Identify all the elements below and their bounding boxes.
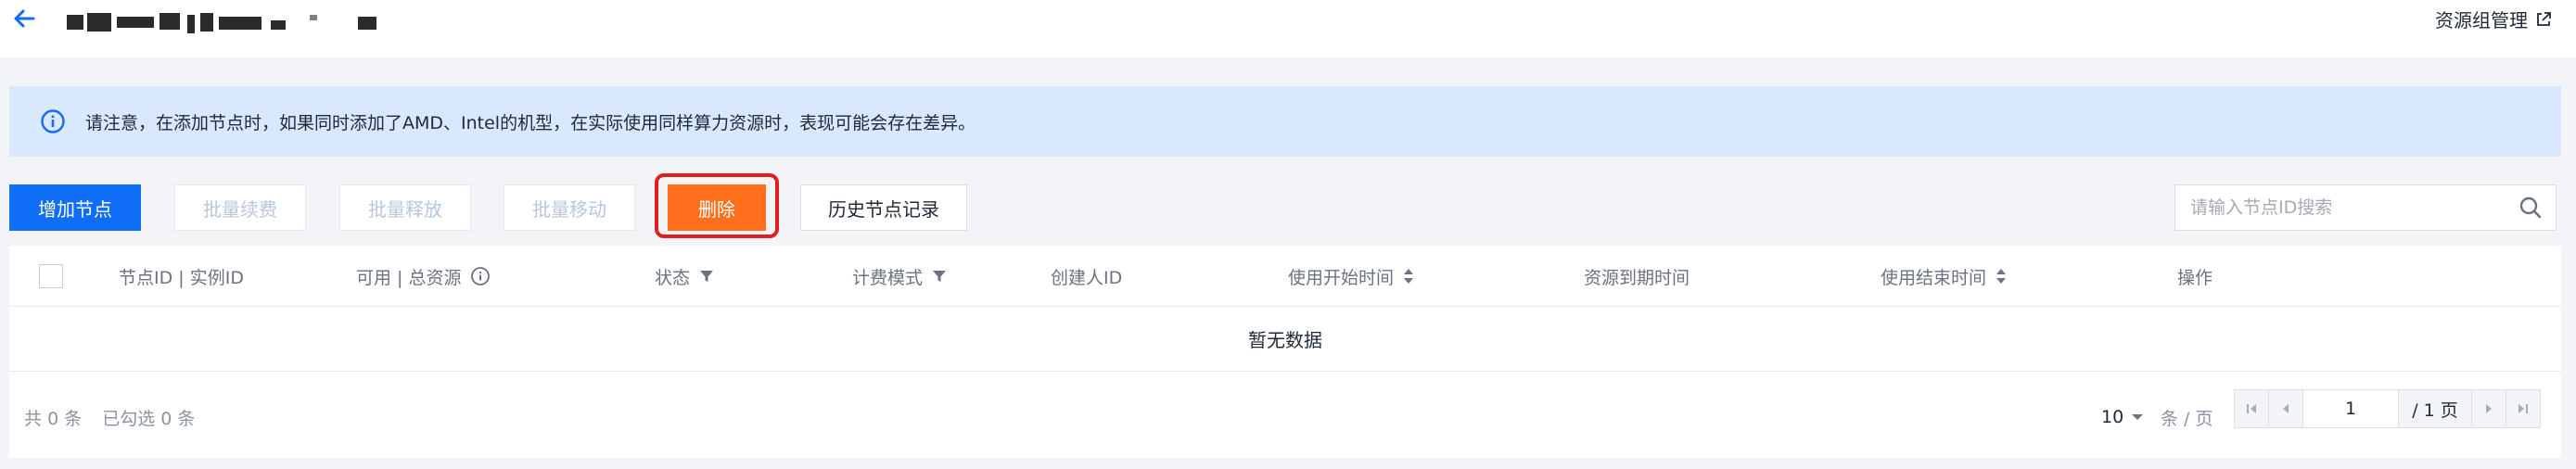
total-count-value: 0 [47,408,59,429]
column-actions-label: 操作 [2177,267,2213,288]
help-icon[interactable] [470,266,491,286]
table-header: 节点ID | 实例ID 可用 | 总资源 状态 计费模式 创建人ID 使用开始时… [9,246,2561,307]
batch-renew-button[interactable]: 批量续费 [174,184,306,231]
selected-count-value: 0 [160,408,172,429]
delete-button[interactable]: 删除 [668,184,766,231]
chevron-down-icon [2132,414,2144,420]
history-nodes-button[interactable]: 历史节点记录 [800,184,967,231]
selected-unit: 条 [177,408,196,429]
resource-group-link-label[interactable]: 资源组管理 [2435,6,2528,32]
column-billing-label: 计费模式 [852,267,924,288]
node-table: 节点ID | 实例ID 可用 | 总资源 状态 计费模式 创建人ID 使用开始时… [9,246,2561,458]
total-label: 共 [24,408,43,429]
first-page-button[interactable] [2234,389,2269,428]
column-end-time: 使用结束时间 [1881,246,2007,307]
node-search-box[interactable] [2174,184,2557,231]
next-page-icon [2486,404,2492,413]
last-page-button[interactable] [2506,389,2541,428]
column-expire-time-label: 资源到期时间 [1584,267,1690,288]
search-icon[interactable] [2519,196,2543,220]
add-node-button[interactable]: 增加节点 [9,184,141,231]
column-status: 状态 [655,246,714,307]
page-size-select[interactable]: 10 [2101,399,2144,436]
empty-state-text: 暂无数据 [1248,329,1322,351]
selected-label: 已勾选 [102,408,156,429]
batch-move-button[interactable]: 批量移动 [504,184,635,231]
column-status-label: 状态 [655,267,691,288]
column-expire-time: 资源到期时间 [1584,246,1690,307]
column-actions: 操作 [2177,246,2213,307]
resource-group-link[interactable]: 资源组管理 [2435,6,2552,32]
select-all-checkbox[interactable] [39,264,63,288]
column-resources-label: 可用 | 总资源 [356,267,462,288]
total-pages: / 1 页 [2398,389,2472,428]
first-page-icon [2247,404,2256,413]
info-icon [41,109,65,133]
table-summary: 共 0 条 已勾选 0 条 [24,399,195,436]
batch-release-button[interactable]: 批量释放 [339,184,471,231]
filter-icon[interactable] [932,269,947,284]
prev-page-button[interactable] [2268,389,2303,428]
empty-state: 暂无数据 [9,307,2561,372]
last-page-icon [2519,404,2528,413]
pagination: / 1 页 [2234,389,2541,428]
sort-icon[interactable] [1996,268,2007,285]
sort-icon[interactable] [1403,268,1414,285]
page-size-value[interactable]: 10 [2101,407,2123,427]
column-node-id-label: 节点ID | 实例ID [119,267,244,288]
column-creator: 创建人ID [1051,246,1122,307]
page-number-input[interactable] [2302,389,2399,428]
column-creator-label: 创建人ID [1051,267,1123,288]
column-end-time-label: 使用结束时间 [1881,267,1987,288]
page-header: 资源组管理 [0,0,2576,57]
selected-count: 已勾选 0 条 [102,405,195,430]
column-resources: 可用 | 总资源 [356,246,491,307]
column-start-time-label: 使用开始时间 [1288,267,1395,288]
node-search-input[interactable] [2175,185,2519,230]
prev-page-icon [2283,404,2289,413]
filter-icon[interactable] [699,269,714,284]
per-page-label: 条 / 页 [2161,408,2213,429]
back-arrow-icon[interactable] [11,6,37,32]
alert-message: 请注意，在添加节点时，如果同时添加了AMD、Intel的机型，在实际使用同样算力… [85,112,976,133]
external-link-icon [2537,11,2551,26]
info-alert: 请注意，在添加节点时，如果同时添加了AMD、Intel的机型，在实际使用同样算力… [9,86,2561,157]
total-unit: 条 [64,408,83,429]
column-billing: 计费模式 [852,246,947,307]
page-title-redacted [59,6,430,35]
column-start-time: 使用开始时间 [1288,246,1414,307]
total-count: 共 0 条 [24,405,82,430]
column-node-id: 节点ID | 实例ID [119,246,244,307]
next-page-button[interactable] [2471,389,2506,428]
